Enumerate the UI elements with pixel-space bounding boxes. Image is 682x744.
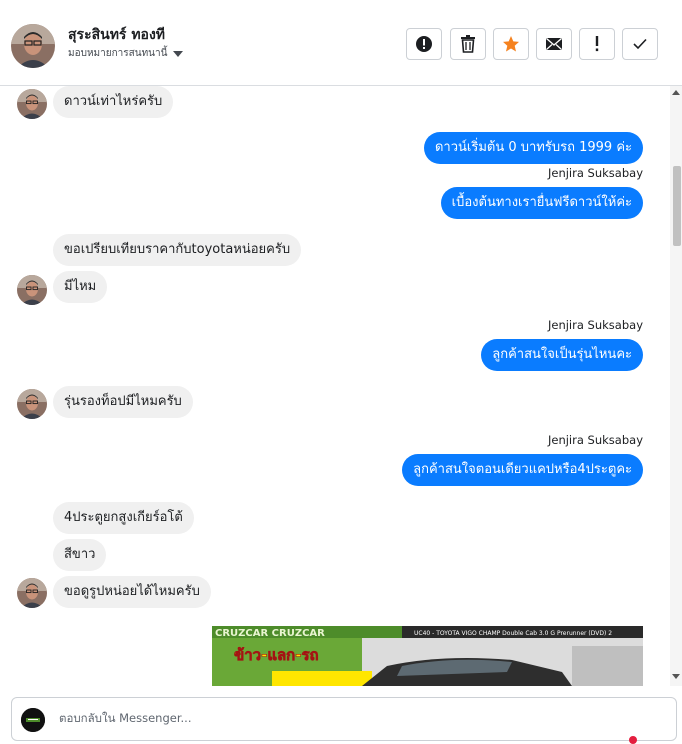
mail-icon (546, 37, 562, 50)
customer-avatar-small (17, 578, 47, 608)
reply-input[interactable] (57, 710, 621, 726)
outgoing-message: เบื้องต้นทางเรายื่นฟรีดาวน์ให้ค่ะ (440, 187, 643, 219)
mark-unread-button[interactable] (536, 28, 572, 60)
customer-avatar-small (17, 89, 47, 119)
incoming-message: สีขาว (53, 539, 107, 571)
caret-down-icon (173, 50, 184, 57)
car-photo-attachment[interactable]: CRUZCAR CRUZCAR UC40 - TOYOTA VIGO CHAMP… (212, 626, 643, 686)
banner-text: CRUZCAR CRUZCAR (215, 628, 325, 639)
sender-name: Jenjira Suksabay (547, 318, 643, 332)
incoming-message: มีไหม (53, 271, 108, 303)
customer-avatar[interactable] (11, 24, 55, 68)
incoming-message: ดาวน์เท่าไหร่ครับ (53, 86, 174, 118)
incoming-message: รุ่นรองท็อปมีไหมครับ (53, 386, 193, 418)
incoming-message: ขอเปรียบเทียบราคากับtoyotaหน่อยครับ (53, 234, 302, 266)
customer-avatar-small (17, 275, 47, 305)
incoming-message: 4ประตูยกสูงเกียร์อโต้ (53, 502, 194, 534)
trash-icon (461, 35, 475, 53)
message-thread[interactable]: ดาวน์เท่าไหร่ครับ ดาวน์เริ่มต้น 0 บาทรับ… (0, 86, 682, 686)
exclamation-icon (595, 36, 599, 52)
scroll-up-arrow-icon[interactable] (672, 90, 680, 95)
check-icon (633, 38, 647, 50)
customer-name: สุระสินทร์ ทองที (68, 27, 166, 43)
outgoing-message: ดาวน์เริ่มต้น 0 บาทรับรถ 1999 ค่ะ (423, 132, 643, 164)
sender-name: Jenjira Suksabay (547, 166, 643, 180)
assign-label: มอบหมายการสนทนานี้ (68, 48, 168, 59)
reply-composer (11, 697, 677, 744)
promo-text: ข้าว-แลก-รถ (234, 646, 319, 664)
alert-circle-icon (416, 36, 432, 52)
conversation-header: สุระสินทร์ ทองที มอบหมายการสนทนานี้ (0, 0, 682, 86)
delete-button[interactable] (450, 28, 486, 60)
star-button[interactable] (493, 28, 529, 60)
photo-caption: UC40 - TOYOTA VIGO CHAMP Double Cab 3.0 … (414, 630, 612, 637)
customer-avatar-small (17, 389, 47, 419)
incoming-message: ขอดูรูปหน่อยได้ไหมครับ (53, 576, 211, 608)
notification-dot (629, 736, 637, 744)
mark-done-button[interactable] (622, 28, 658, 60)
scrollbar-thumb[interactable] (673, 166, 681, 246)
follow-up-button[interactable] (579, 28, 615, 60)
star-icon (503, 36, 519, 52)
outgoing-message: ลูกค้าสนใจเป็นรุ่นไหนคะ (481, 339, 643, 371)
scroll-down-arrow-icon[interactable] (672, 674, 680, 679)
car-photo-image: CRUZCAR CRUZCAR UC40 - TOYOTA VIGO CHAMP… (212, 626, 643, 686)
mark-spam-button[interactable] (406, 28, 442, 60)
assign-conversation-dropdown[interactable]: มอบหมายการสนทนานี้ (68, 46, 184, 61)
outgoing-message: ลูกค้าสนใจตอนเดียวแคปหรือ4ประตูคะ (402, 454, 643, 486)
page-avatar (21, 708, 45, 732)
sender-name: Jenjira Suksabay (547, 433, 643, 447)
